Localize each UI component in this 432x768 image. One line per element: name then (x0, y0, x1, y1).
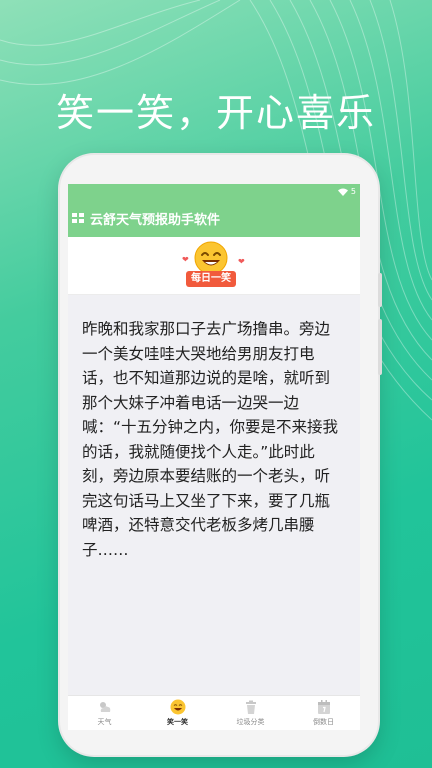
app-bar: 云舒天气预报助手软件 (68, 199, 360, 237)
daily-joke-badge: 每日一笑 (186, 271, 236, 287)
headline: 笑一笑，开心喜乐 (55, 91, 376, 135)
tab-garbage-sorting[interactable]: 垃圾分类 (214, 696, 287, 730)
joke-text: 昨晚和我家那口子去广场撸串。旁边一个美女哇哇大哭地给男朋友打电话，也不知道那边说… (82, 320, 339, 559)
tab-label: 笑一笑 (167, 718, 188, 726)
heart-icon: ❤ (238, 257, 245, 266)
smile-icon (170, 699, 185, 715)
tab-smile[interactable]: 笑一笑 (141, 696, 214, 730)
daily-joke-header: ❤ ❤ 每日一笑 (68, 237, 360, 295)
trash-icon (245, 700, 256, 714)
weather-icon (99, 702, 110, 712)
tab-weather[interactable]: 天气 (68, 696, 141, 730)
phone-frame: 5 云舒天气预报助手软件 ❤ ❤ 每日一笑 昨晚和我家那口子去广场撸串。旁边一个… (60, 155, 382, 755)
phone-side-button (378, 319, 382, 375)
bottom-tab-bar: 天气 笑一笑 垃圾分类 倒数日 (68, 695, 360, 730)
wifi-icon (337, 188, 348, 196)
app-screen: 5 云舒天气预报助手软件 ❤ ❤ 每日一笑 昨晚和我家那口子去广场撸串。旁边一个… (68, 184, 360, 730)
grid-menu-icon[interactable] (72, 212, 84, 224)
tab-countdown[interactable]: 倒数日 (287, 696, 360, 730)
heart-icon: ❤ (182, 255, 189, 264)
laughing-emoji-icon (194, 241, 228, 275)
tab-label: 天气 (97, 718, 112, 726)
status-bar: 5 (68, 184, 360, 199)
battery-level: 5 (350, 187, 356, 196)
phone-side-button (378, 273, 382, 307)
tab-label: 垃圾分类 (236, 718, 265, 726)
calendar-icon (317, 700, 330, 714)
app-title: 云舒天气预报助手软件 (90, 212, 221, 228)
tab-label: 倒数日 (313, 718, 334, 726)
